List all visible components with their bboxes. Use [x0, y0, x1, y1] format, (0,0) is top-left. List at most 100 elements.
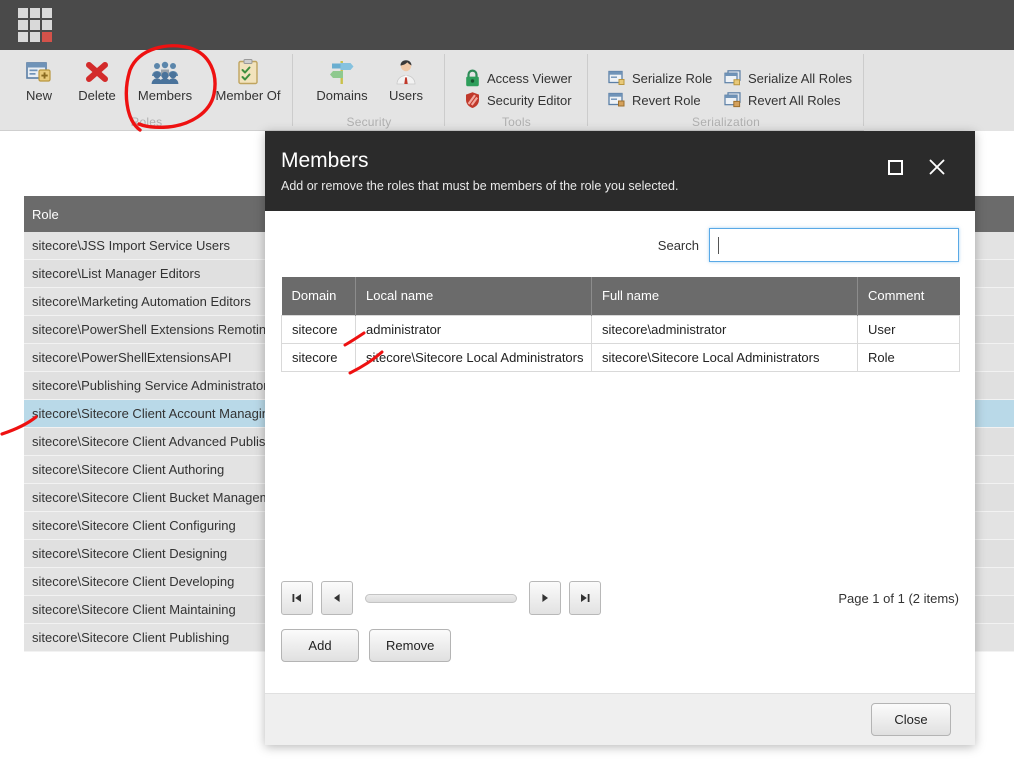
- members-table-cell: sitecore\administrator: [591, 314, 858, 344]
- delete-button-label: Delete: [78, 88, 116, 103]
- domains-button-label: Domains: [316, 88, 368, 103]
- access-viewer-label: Access Viewer: [487, 70, 573, 86]
- text-caret: [718, 236, 719, 254]
- remove-button[interactable]: Remove: [369, 629, 452, 662]
- roles-grid-row-label: sitecore\Sitecore Client Maintaining: [32, 602, 236, 617]
- roles-grid-row-label: sitecore\PowerShellExtensionsAPI: [32, 350, 232, 365]
- serialize-all-icon: [724, 69, 742, 87]
- first-page-icon: [292, 594, 301, 602]
- roles-grid-row-label: sitecore\Sitecore Client Bucket Manageme…: [32, 490, 289, 505]
- ribbon-group-serialization: Serialize Role Revert Role Serialize All…: [588, 50, 864, 131]
- members-table-cell: Role: [857, 342, 960, 372]
- dialog-footer: Close: [265, 693, 975, 745]
- maximize-icon[interactable]: [881, 153, 909, 181]
- delete-button[interactable]: Delete: [66, 56, 128, 114]
- users-button[interactable]: Users: [375, 56, 437, 114]
- ribbon-group-tools: Access Viewer Security Editor Tools: [445, 50, 588, 131]
- next-page-button[interactable]: [529, 581, 561, 615]
- ribbon-group-roles: New Delete Members Member Of Roles: [0, 50, 293, 131]
- members-table-body: sitecore administrator sitecore\administra…: [281, 314, 960, 372]
- serialize-all-roles-button[interactable]: Serialize All Roles: [724, 67, 852, 89]
- access-viewer-button[interactable]: Access Viewer: [463, 67, 572, 89]
- sitecore-logo[interactable]: [18, 8, 52, 42]
- domains-icon: [311, 56, 373, 88]
- close-button[interactable]: Close: [871, 703, 951, 736]
- dialog-subtitle: Add or remove the roles that must be mem…: [281, 179, 679, 193]
- logo-cell: [30, 20, 40, 30]
- ribbon-group-title-roles: Roles: [130, 115, 163, 129]
- revert-role-label: Revert Role: [632, 92, 701, 108]
- members-table: Domain Local name Full name Comment sitecor…: [281, 277, 960, 372]
- logo-cell: [18, 20, 28, 30]
- members-table-cell: administrator: [355, 314, 592, 344]
- logo-cell: [18, 8, 28, 18]
- serialize-role-button[interactable]: Serialize Role: [608, 67, 712, 89]
- members-table-column-header[interactable]: Local name: [355, 277, 592, 315]
- add-button[interactable]: Add: [281, 629, 359, 662]
- roles-grid-row-label: sitecore\Publishing Service Administrato…: [32, 378, 268, 393]
- members-button-label: Members: [137, 88, 193, 103]
- new-button[interactable]: New: [8, 56, 70, 114]
- prev-page-icon: [334, 594, 340, 602]
- roles-grid-row-label: sitecore\List Manager Editors: [32, 266, 201, 281]
- ribbon-filler: [864, 50, 1014, 131]
- revert-all-roles-label: Revert All Roles: [748, 92, 841, 108]
- revert-role-button[interactable]: Revert Role: [608, 89, 701, 111]
- roles-grid-row-label: sitecore\PowerShell Extensions Remoting: [32, 322, 274, 337]
- first-page-button[interactable]: [281, 581, 313, 615]
- roles-grid-row-label: sitecore\Sitecore Client Advanced Publis…: [32, 434, 290, 449]
- logo-cell: [30, 8, 40, 18]
- ribbon-group-title-serialization: Serialization: [692, 115, 760, 129]
- roles-grid-row-label: sitecore\Sitecore Client Configuring: [32, 518, 236, 533]
- roles-grid-row-label: sitecore\Sitecore Client Developing: [32, 574, 235, 589]
- dialog-body: Search Domain Local name Full name Comment …: [265, 211, 975, 693]
- logo-cell-accent: [42, 32, 52, 42]
- members-table-column-header[interactable]: Domain: [281, 277, 356, 315]
- members-table-cell: sitecore: [281, 342, 356, 372]
- revert-all-icon: [724, 91, 742, 109]
- app-bar: [0, 0, 1014, 50]
- users-icon: [375, 56, 437, 88]
- members-table-cell: sitecore\Sitecore Local Administrators: [591, 342, 858, 372]
- last-page-button[interactable]: [569, 581, 601, 615]
- close-x: [929, 159, 945, 175]
- search-label: Search: [657, 237, 699, 253]
- last-page-icon: [581, 594, 590, 602]
- domains-button[interactable]: Domains: [311, 56, 373, 114]
- dialog-header: Members Add or remove the roles that mus…: [265, 131, 975, 211]
- revert-icon: [608, 91, 626, 109]
- serialize-icon: [608, 69, 626, 87]
- member-of-button[interactable]: Member Of: [210, 56, 286, 114]
- security-editor-button[interactable]: Security Editor: [463, 89, 572, 111]
- roles-grid-row-label: sitecore\Sitecore Client Designing: [32, 546, 228, 561]
- serialize-all-roles-label: Serialize All Roles: [748, 70, 853, 86]
- members-table-column-header[interactable]: Full name: [591, 277, 858, 315]
- close-icon[interactable]: [923, 153, 951, 181]
- member-of-icon: [210, 56, 286, 88]
- members-table-row[interactable]: sitecore administrator sitecore\administra…: [281, 314, 960, 344]
- search-input[interactable]: [709, 228, 959, 262]
- dialog-title: Members: [281, 149, 369, 172]
- ribbon-group-title-tools: Tools: [501, 115, 531, 129]
- security-editor-label: Security Editor: [487, 92, 572, 108]
- members-table-row[interactable]: sitecore sitecore\Sitecore Local Administ…: [281, 342, 960, 372]
- roles-grid-row-label: sitecore\JSS Import Service Users: [32, 238, 230, 253]
- ribbon-group-separator: [863, 54, 864, 126]
- pagination-bar: Page 1 of 1 (2 items): [281, 581, 959, 615]
- members-table-cell: User: [857, 314, 960, 344]
- roles-grid-row-label: sitecore\Sitecore Client Publishing: [32, 630, 230, 645]
- members-table-cell: sitecore\Sitecore Local Administrators: [355, 342, 592, 372]
- serialize-role-label: Serialize Role: [632, 70, 713, 86]
- logo-cell: [18, 32, 28, 42]
- pager-scroll-track[interactable]: [365, 593, 517, 603]
- members-button[interactable]: Members: [132, 56, 198, 114]
- new-role-icon: [8, 56, 70, 88]
- member-of-button-label: Member Of: [215, 88, 281, 103]
- members-table-column-header[interactable]: Comment: [857, 277, 960, 315]
- members-table-cell: sitecore: [281, 314, 356, 344]
- prev-page-button[interactable]: [321, 581, 353, 615]
- roles-grid-row-label: sitecore\Sitecore Client Authoring: [32, 462, 225, 477]
- revert-all-roles-button[interactable]: Revert All Roles: [724, 89, 840, 111]
- ribbon-group-title-security: Security: [346, 115, 392, 129]
- shield-icon: [463, 91, 481, 109]
